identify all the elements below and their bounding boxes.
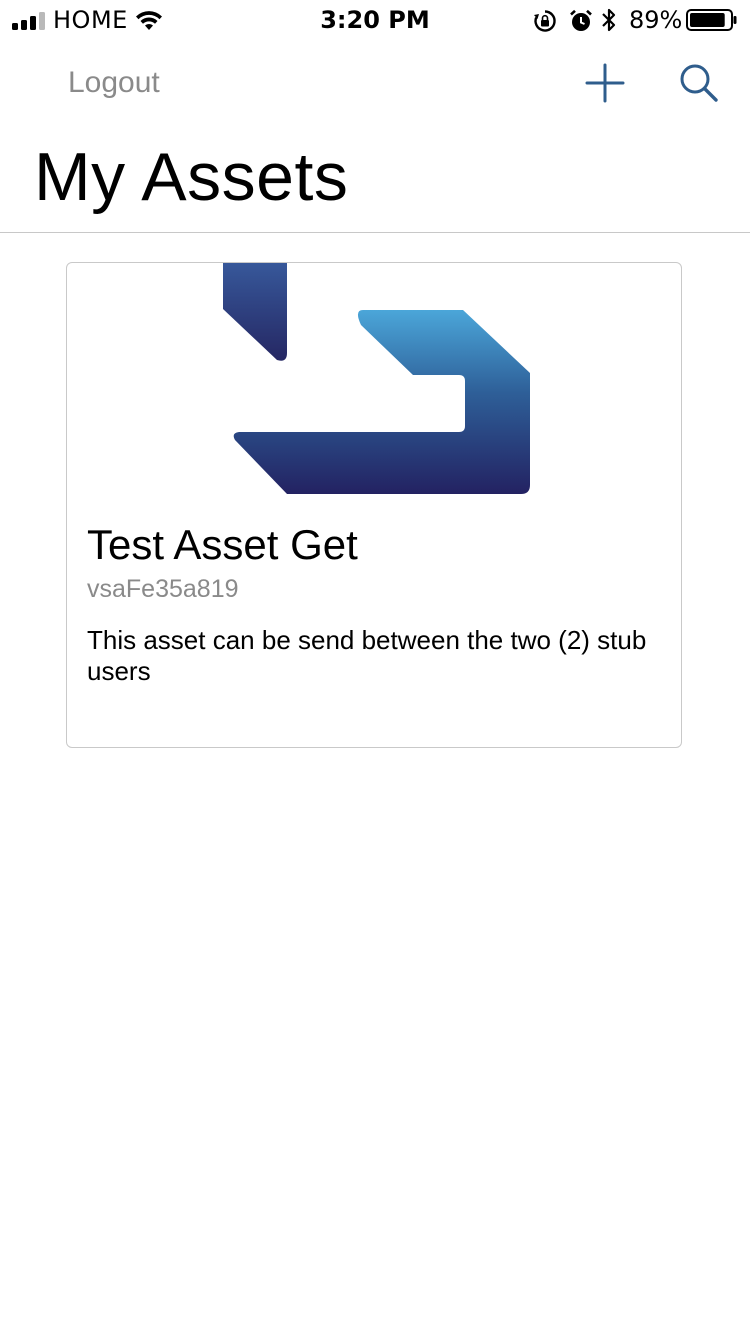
bluetooth-icon [602, 8, 616, 32]
add-asset-button[interactable] [580, 58, 630, 108]
screen: HOME 3:20 PM 89% Logout My Assets Test A… [0, 0, 750, 1334]
status-bar: HOME 3:20 PM 89% [0, 0, 750, 40]
alarm-icon [570, 9, 592, 31]
rotation-lock-icon [534, 10, 556, 32]
logout-button[interactable]: Logout [68, 66, 160, 100]
battery-icon [686, 9, 737, 31]
page-title: My Assets [34, 139, 349, 215]
search-button[interactable] [676, 60, 722, 106]
asset-name: Test Asset Get [87, 521, 358, 568]
search-icon [680, 64, 718, 102]
battery-percent: 89% [629, 6, 683, 34]
asset-id: vsaFe35a819 [87, 575, 239, 603]
plus-icon [585, 63, 625, 103]
asset-logo-icon [223, 263, 530, 494]
header-divider [0, 232, 750, 233]
asset-card[interactable]: Test Asset Get vsaFe35a819 This asset ca… [66, 262, 682, 748]
asset-description: This asset can be send between the two (… [87, 625, 647, 686]
